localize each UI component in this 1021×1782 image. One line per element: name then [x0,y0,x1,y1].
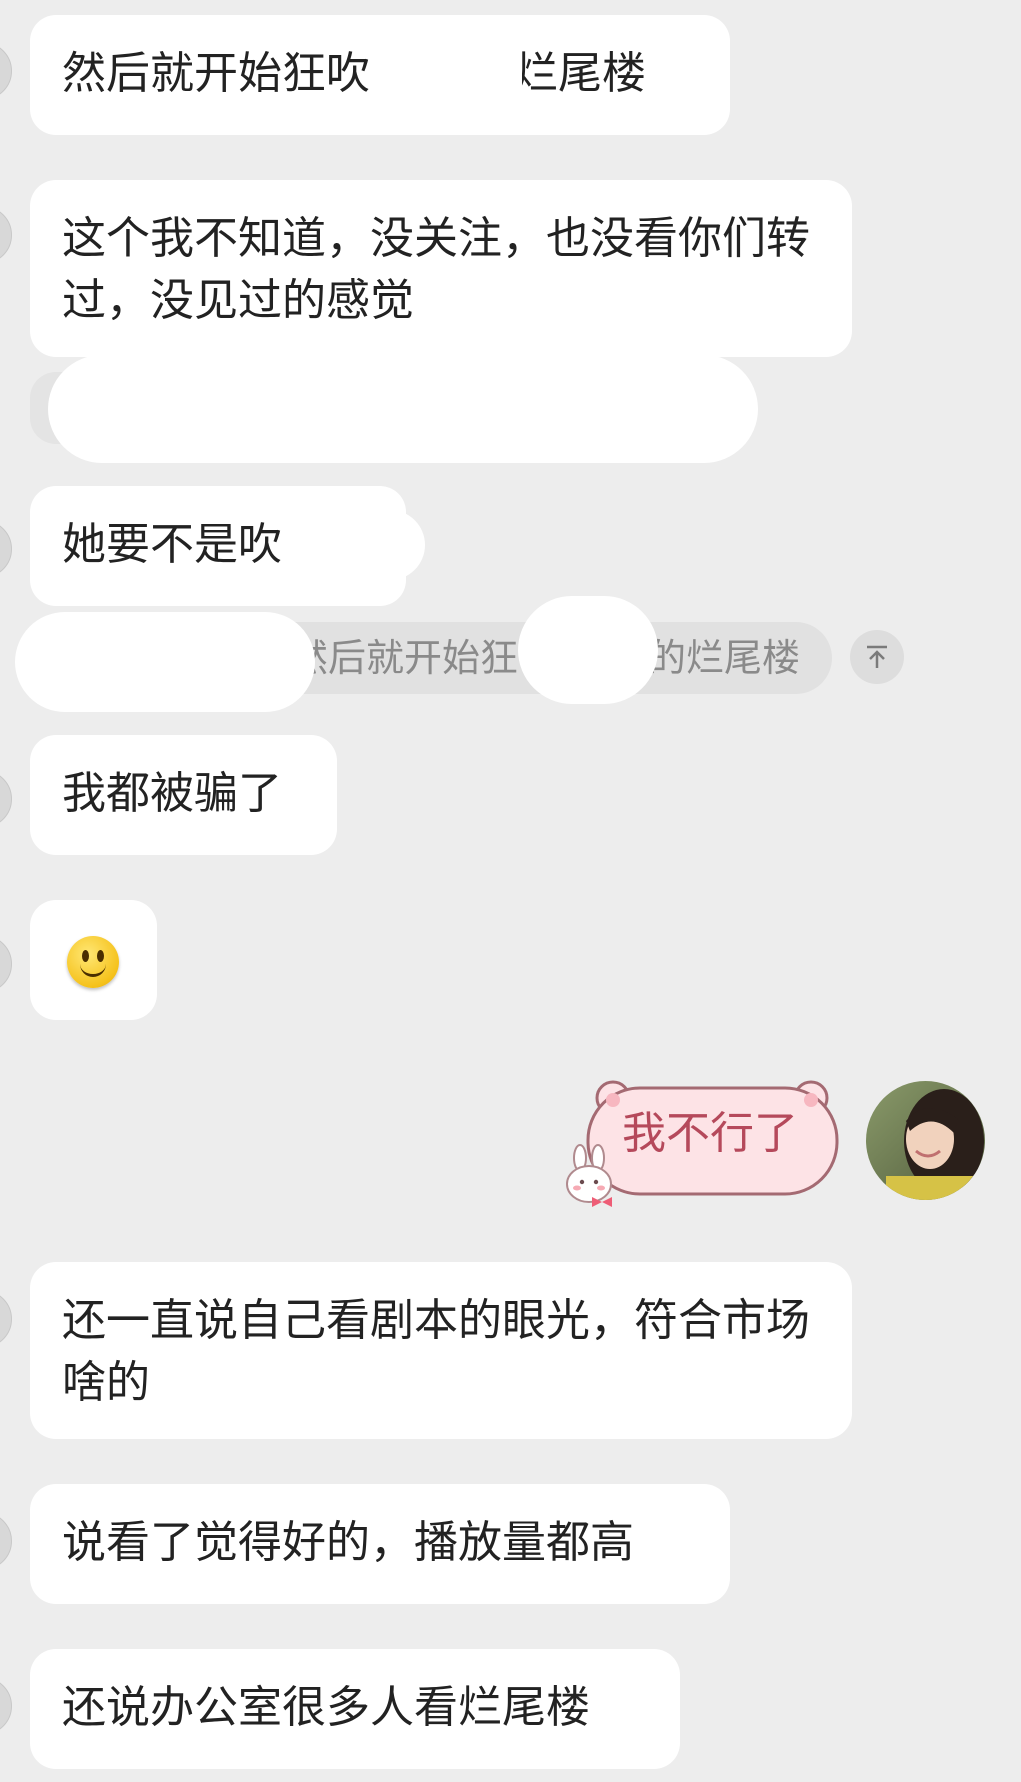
redaction-mark [48,355,758,463]
message-bubble[interactable]: 这个我不知道，没关注，也没看你们转过，没见过的感觉 [30,180,852,357]
message-text: 还说办公室很多人看烂尾楼 [62,1682,590,1733]
message-bubble[interactable]: 说看了觉得好的，播放量都高 [30,1484,730,1604]
contact-avatar[interactable] [0,935,12,993]
contact-avatar[interactable] [0,520,12,578]
message-bubble[interactable]: 然后就开始狂吹 的烂尾楼 [30,15,730,135]
message-text: 说看了觉得好的，播放量都高 [62,1517,634,1568]
message-bubble[interactable]: 还说办公室很多人看烂尾楼 [30,1649,680,1769]
jump-to-quote-button[interactable] [850,630,904,684]
message-text: 这个我不知道，没关注，也没看你们转过，没见过的感觉 [62,213,810,326]
self-message-text: 我不行了 [622,1108,798,1159]
smile-emoji-icon [67,936,119,988]
quoted-text: 然后就开始狂 [290,636,519,680]
contact-avatar[interactable] [0,42,12,100]
contact-avatar[interactable] [0,770,12,828]
self-avatar[interactable] [866,1081,985,1200]
message-bubble[interactable]: 我都被骗了 [30,735,337,855]
self-message-bubble[interactable]: 我不行了 [585,1080,840,1198]
redaction-mark [15,612,315,712]
contact-avatar[interactable] [0,206,12,264]
contact-avatar[interactable] [0,1677,12,1735]
contact-avatar[interactable] [0,1512,12,1570]
quoted-text-tail: 的烂尾楼 [648,636,801,680]
arrow-up-to-line-icon [867,645,887,668]
message-text: 她要不是吹 [62,519,282,570]
redaction-mark [422,40,522,110]
message-text: 我都被骗了 [62,768,282,819]
bunny-sticker-icon [566,1144,612,1207]
redaction-mark [330,510,425,580]
redaction-mark [518,596,658,704]
contact-avatar[interactable] [0,1290,12,1348]
message-text: 还一直说自己看剧本的眼光，符合市场啥的 [62,1295,810,1408]
message-bubble[interactable]: 还一直说自己看剧本的眼光，符合市场啥的 [30,1262,852,1439]
message-text: 然后就开始狂吹 [62,48,370,99]
